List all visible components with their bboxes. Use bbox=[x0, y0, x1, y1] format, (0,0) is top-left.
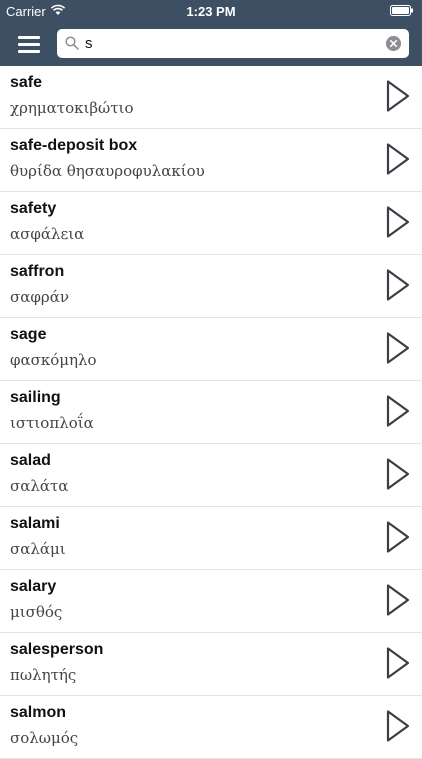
list-item[interactable]: safe χρηματοκιβώτιο bbox=[0, 66, 422, 129]
entry-term: safe bbox=[10, 74, 43, 91]
nav-bar bbox=[0, 22, 422, 66]
entry-term: sailing bbox=[10, 389, 61, 406]
play-icon[interactable] bbox=[383, 141, 413, 177]
play-icon[interactable] bbox=[383, 582, 413, 618]
entry-term: salami bbox=[10, 515, 60, 532]
hamburger-icon bbox=[18, 36, 40, 39]
entry-translation: σαφράν bbox=[10, 288, 69, 306]
header: Carrier 1:23 PM bbox=[0, 0, 422, 66]
entry-term: saffron bbox=[10, 263, 65, 280]
entry-translation: μισθός bbox=[10, 603, 63, 621]
battery-icon bbox=[390, 5, 413, 16]
entry-translation: σολωμός bbox=[10, 729, 79, 747]
list-item[interactable]: salad σαλάτα bbox=[0, 444, 422, 507]
list-item[interactable]: saffron σαφράν bbox=[0, 255, 422, 318]
entry-translation: σαλάμι bbox=[10, 540, 66, 558]
play-icon[interactable] bbox=[383, 393, 413, 429]
word-list: safe χρηματοκιβώτιο safe-deposit box θυρίδα… bbox=[0, 66, 422, 759]
list-item[interactable]: sage φασκόμηλο bbox=[0, 318, 422, 381]
play-icon[interactable] bbox=[383, 708, 413, 744]
play-icon[interactable] bbox=[383, 267, 413, 303]
play-icon[interactable] bbox=[383, 645, 413, 681]
search-input[interactable] bbox=[85, 33, 375, 54]
list-item[interactable]: sailing ιστιοπλοΐα bbox=[0, 381, 422, 444]
entry-translation: πωλητής bbox=[10, 666, 77, 684]
play-icon[interactable] bbox=[383, 204, 413, 240]
entry-term: salmon bbox=[10, 704, 67, 721]
status-bar: Carrier 1:23 PM bbox=[0, 0, 422, 22]
search-icon bbox=[65, 36, 79, 50]
search-bar[interactable] bbox=[57, 29, 409, 58]
entry-term: safety bbox=[10, 200, 57, 217]
play-icon[interactable] bbox=[383, 78, 413, 114]
list-item[interactable]: salary μισθός bbox=[0, 570, 422, 633]
entry-translation: θυρίδα θησαυροφυλακίου bbox=[10, 162, 205, 180]
list-item[interactable]: salesperson πωλητής bbox=[0, 633, 422, 696]
entry-translation: ιστιοπλοΐα bbox=[10, 414, 94, 432]
play-icon[interactable] bbox=[383, 456, 413, 492]
list-item[interactable]: safe-deposit box θυρίδα θησαυροφυλακίου bbox=[0, 129, 422, 192]
clear-search-icon[interactable] bbox=[386, 36, 401, 51]
entry-term: salad bbox=[10, 452, 51, 469]
entry-term: salary bbox=[10, 578, 57, 595]
entry-term: safe-deposit box bbox=[10, 137, 138, 154]
list-item[interactable]: salami σαλάμι bbox=[0, 507, 422, 570]
hamburger-icon-bar bbox=[18, 50, 40, 53]
play-icon[interactable] bbox=[383, 330, 413, 366]
play-icon[interactable] bbox=[383, 519, 413, 555]
entry-translation: χρηματοκιβώτιο bbox=[10, 99, 134, 117]
entry-translation: σαλάτα bbox=[10, 477, 69, 495]
hamburger-icon-bar bbox=[18, 43, 40, 46]
clock: 1:23 PM bbox=[186, 4, 236, 19]
entry-term: sage bbox=[10, 326, 47, 343]
list-item[interactable]: safety ασφάλεια bbox=[0, 192, 422, 255]
entry-translation: φασκόμηλο bbox=[10, 351, 97, 369]
entry-translation: ασφάλεια bbox=[10, 225, 85, 243]
menu-button[interactable] bbox=[14, 31, 44, 57]
entry-term: salesperson bbox=[10, 641, 104, 658]
